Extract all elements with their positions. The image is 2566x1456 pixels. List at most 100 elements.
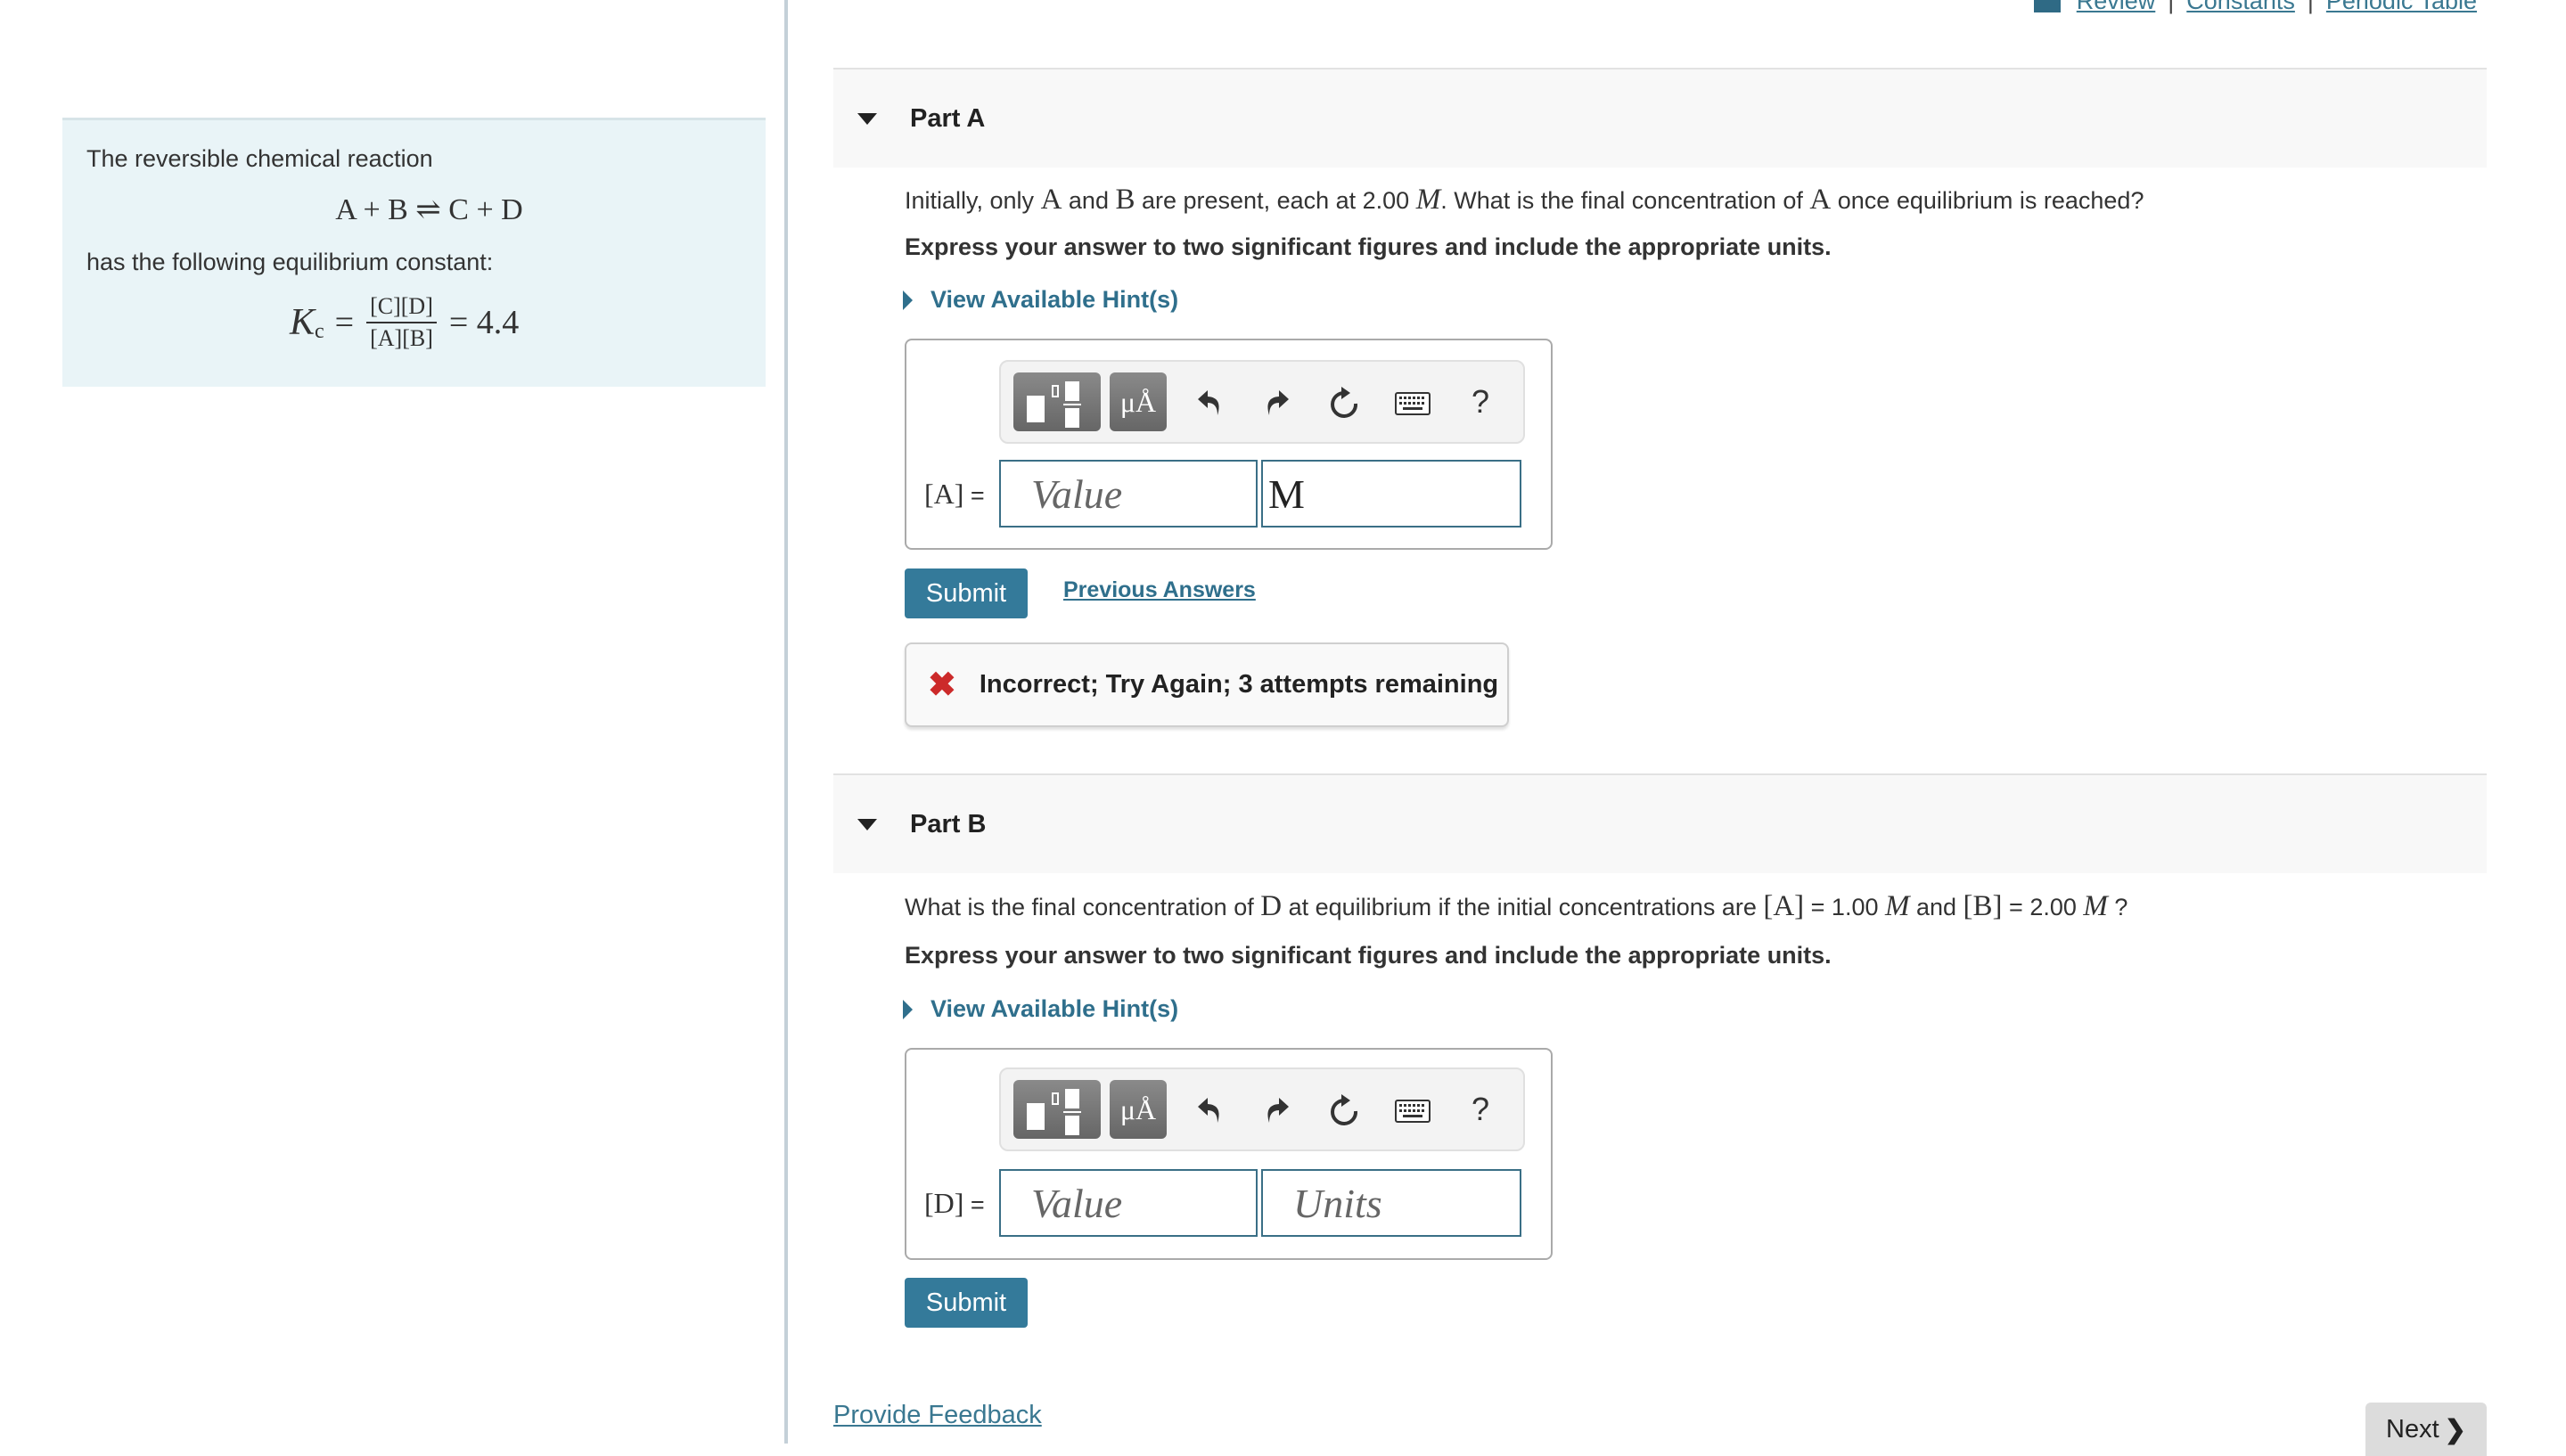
- help-button[interactable]: ?: [1447, 383, 1514, 421]
- redo-button[interactable]: [1243, 383, 1311, 421]
- redo-icon: [1267, 390, 1289, 416]
- question-text: are present, each at 2.00: [1135, 187, 1416, 214]
- part-a-header[interactable]: Part A: [833, 68, 2487, 168]
- species-d: D: [1260, 890, 1283, 922]
- part-b-header[interactable]: Part B: [833, 773, 2487, 873]
- reset-icon: [1331, 386, 1358, 418]
- next-label: Next: [2386, 1414, 2439, 1444]
- species-b: B: [1115, 184, 1135, 216]
- math-toolbar: μÅ ?: [999, 1067, 1525, 1151]
- next-button[interactable]: Next ❯: [2365, 1403, 2487, 1456]
- value-input[interactable]: Value: [999, 1169, 1258, 1237]
- templates-icon-part: [1052, 385, 1059, 397]
- part-b-instruction: Express your answer to two significant f…: [905, 942, 1832, 969]
- incorrect-feedback-banner: ✖ Incorrect; Try Again; 3 attempts remai…: [905, 642, 1509, 727]
- help-button[interactable]: ?: [1447, 1091, 1514, 1128]
- part-a-hint-toggle[interactable]: View Available Hint(s): [903, 286, 1178, 314]
- collapse-caret-icon[interactable]: [857, 112, 877, 125]
- keyboard-button[interactable]: [1379, 1091, 1447, 1128]
- molarity-unit: M: [2083, 890, 2108, 922]
- undo-button[interactable]: [1176, 383, 1243, 421]
- hint-label: View Available Hint(s): [930, 995, 1179, 1022]
- species-a: A: [1040, 184, 1062, 216]
- feedback-message: Incorrect; Try Again; 3 attempts remaini…: [979, 670, 1499, 699]
- question-text: Initially, only: [905, 187, 1041, 214]
- panel-divider: [784, 0, 788, 1444]
- reset-icon: [1331, 1093, 1358, 1125]
- molarity-unit: M: [1884, 890, 1910, 922]
- part-a-question: Initially, only A and B are present, eac…: [905, 184, 2144, 217]
- part-b-answer-box: μÅ ? [D] = Value Units: [905, 1048, 1553, 1260]
- constants-link[interactable]: Constants: [2186, 0, 2295, 15]
- book-icon: [2033, 0, 2061, 12]
- templates-icon-part: [1063, 404, 1081, 405]
- question-text: What is the final concentration of: [905, 894, 1261, 920]
- answer-equals: =: [963, 481, 985, 509]
- question-text: = 1.00: [1804, 894, 1885, 920]
- keyboard-icon: [1395, 392, 1431, 416]
- previous-answers-link[interactable]: Previous Answers: [1063, 577, 1256, 603]
- question-text: and: [1909, 894, 1963, 920]
- reset-button[interactable]: [1311, 1090, 1379, 1128]
- kc-symbol: K: [290, 302, 316, 343]
- answer-variable: [A]: [924, 477, 964, 510]
- equilibrium-constant-expression: K c = [C][D] [A][B] = 4.4: [290, 293, 519, 352]
- answer-equals: =: [963, 1190, 985, 1218]
- templates-button[interactable]: [1013, 372, 1101, 431]
- undo-icon: [1198, 1098, 1219, 1124]
- reaction-equation: A + B ⇌ C + D: [335, 193, 523, 226]
- units-button[interactable]: μÅ: [1110, 1080, 1167, 1139]
- redo-button[interactable]: [1243, 1091, 1311, 1128]
- question-text: . What is the final concentration of: [1440, 187, 1810, 214]
- templates-button[interactable]: [1013, 1080, 1101, 1139]
- templates-icon-part: [1052, 1092, 1059, 1105]
- collapse-caret-icon[interactable]: [857, 818, 877, 830]
- kc-subscript: c: [315, 319, 324, 343]
- part-a-answer-box: μÅ ? [A] = Value M: [905, 339, 1553, 550]
- provide-feedback-link[interactable]: Provide Feedback: [833, 1401, 1042, 1430]
- intro-text-2: has the following equilibrium constant:: [86, 249, 494, 275]
- units-button[interactable]: μÅ: [1110, 372, 1167, 431]
- concentration-a: [A]: [1763, 890, 1805, 922]
- resource-links: Review | Constants | Periodic Table: [2033, 0, 2477, 15]
- chevron-right-icon: ❯: [2444, 1415, 2466, 1444]
- part-b-title: Part B: [910, 809, 987, 838]
- review-link[interactable]: Review: [2077, 0, 2156, 15]
- units-input[interactable]: Units: [1261, 1169, 1521, 1237]
- part-b-submit-button[interactable]: Submit: [905, 1278, 1028, 1328]
- link-separator: |: [2307, 0, 2314, 14]
- value-input[interactable]: Value: [999, 460, 1258, 528]
- keyboard-icon: [1395, 1100, 1431, 1124]
- question-text: and: [1062, 187, 1116, 214]
- units-input[interactable]: M: [1261, 460, 1521, 528]
- math-toolbar: μÅ ?: [999, 360, 1525, 444]
- part-a-submit-button[interactable]: Submit: [905, 568, 1028, 618]
- equals-sign: =: [334, 304, 355, 341]
- species-a: A: [1809, 184, 1832, 216]
- templates-icon-part: [1065, 1089, 1079, 1108]
- hint-label: View Available Hint(s): [930, 286, 1179, 313]
- error-x-icon: ✖: [928, 667, 956, 704]
- fraction: [C][D] [A][B]: [366, 293, 437, 352]
- templates-icon-part: [1065, 1116, 1079, 1135]
- periodic-table-link[interactable]: Periodic Table: [2326, 0, 2477, 15]
- keyboard-button[interactable]: [1379, 383, 1447, 421]
- answer-label: [D] =: [924, 1187, 999, 1220]
- answer-label: [A] =: [924, 478, 999, 511]
- part-b-hint-toggle[interactable]: View Available Hint(s): [903, 995, 1178, 1023]
- question-text: once equilibrium is reached?: [1831, 187, 2144, 214]
- undo-button[interactable]: [1176, 1091, 1243, 1128]
- question-text: at equilibrium if the initial concentrat…: [1282, 894, 1764, 920]
- answer-variable: [D]: [924, 1186, 964, 1219]
- expand-triangle-icon: [903, 290, 913, 310]
- reset-button[interactable]: [1311, 382, 1379, 421]
- answer-row: [A] = Value M: [924, 460, 1521, 528]
- problem-intro-panel: The reversible chemical reaction A + B ⇌…: [62, 118, 766, 387]
- templates-icon-part: [1065, 381, 1079, 401]
- question-text: = 2.00: [2002, 894, 2084, 920]
- part-b-question: What is the final concentration of D at …: [905, 890, 2127, 923]
- answer-row: [D] = Value Units: [924, 1169, 1521, 1237]
- templates-icon-part: [1065, 408, 1079, 428]
- part-a-title: Part A: [910, 103, 986, 133]
- denominator: [A][B]: [370, 325, 433, 351]
